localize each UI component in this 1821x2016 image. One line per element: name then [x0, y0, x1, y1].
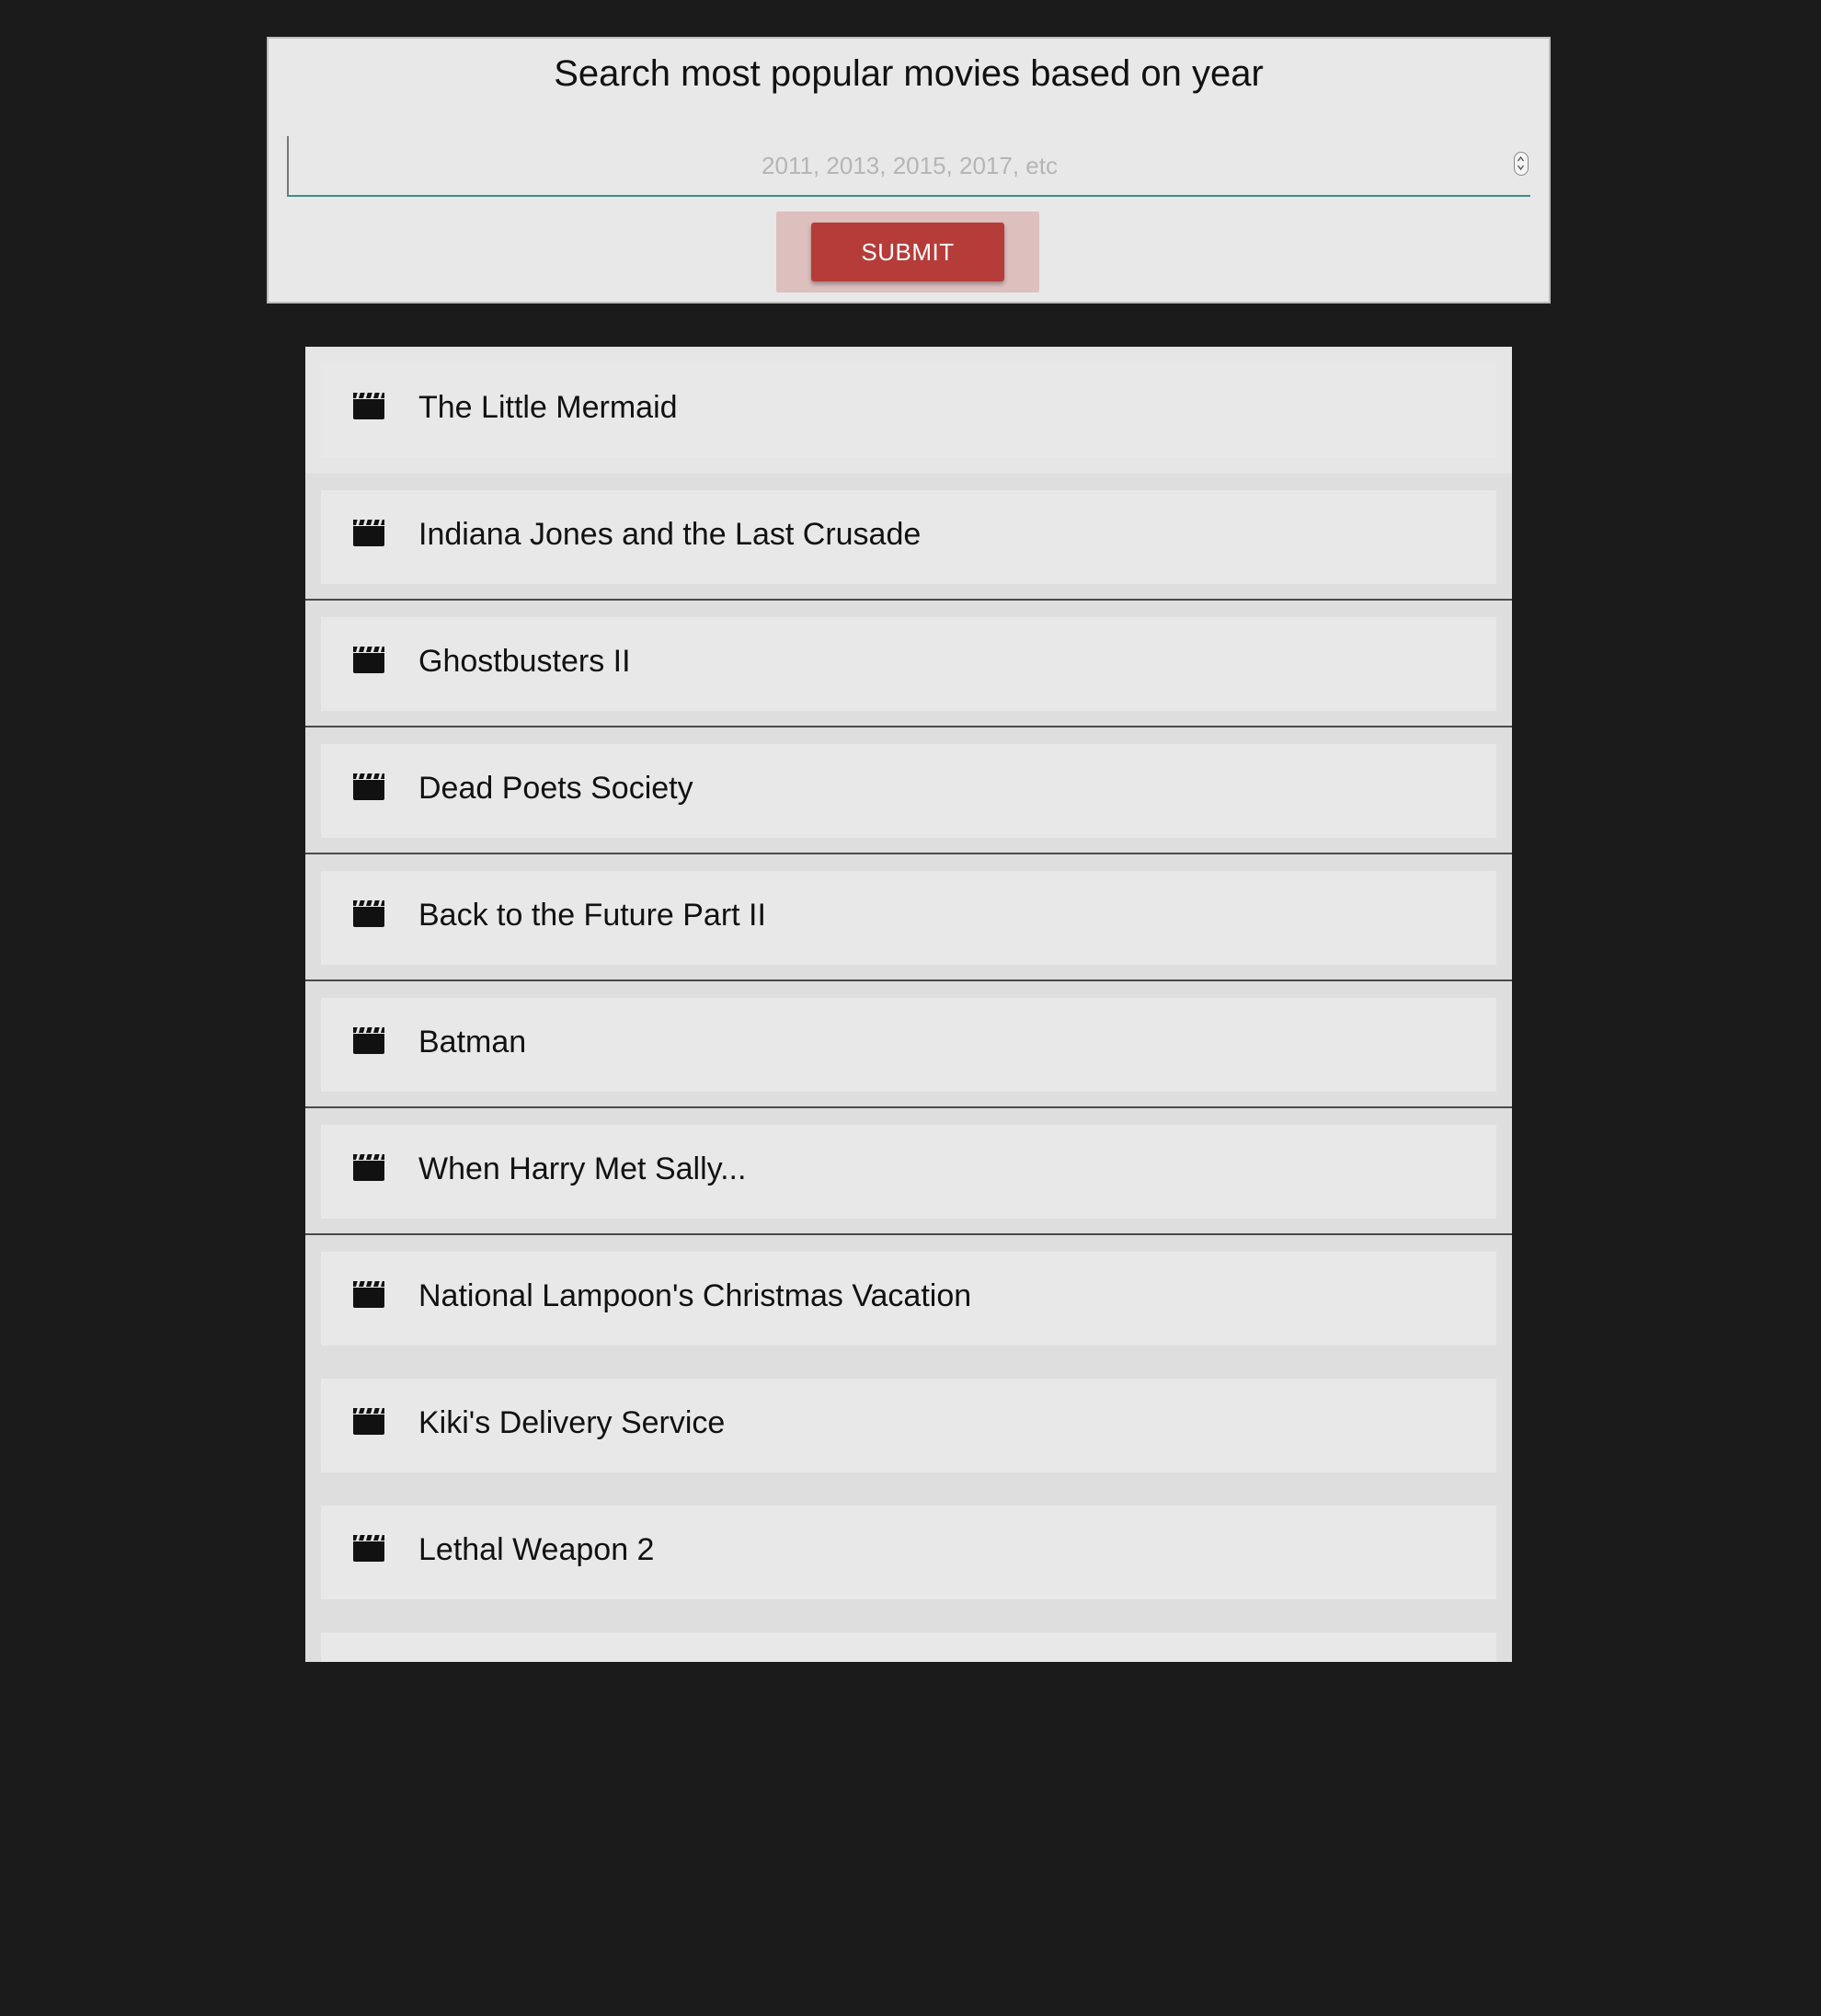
movie-list-item[interactable]: Indiana Jones and the Last Crusade [305, 474, 1512, 601]
movie-card[interactable]: Dead Poets Society [321, 744, 1496, 838]
movie-title: Indiana Jones and the Last Crusade [418, 517, 922, 552]
movie-list-item[interactable]: Batman [305, 981, 1512, 1108]
film-clapper-icon [353, 1534, 384, 1562]
movie-title: Kiki's Delivery Service [418, 1405, 726, 1440]
movie-title: Ghostbusters II [418, 644, 631, 679]
film-clapper-icon [353, 1153, 384, 1181]
movie-list: The Little Mermaid Indiana Jones and the … [305, 347, 1512, 1662]
movie-list-item[interactable]: Ghostbusters II [305, 601, 1512, 727]
movie-card[interactable]: When Harry Met Sally... [321, 1125, 1496, 1219]
number-stepper[interactable] [1514, 152, 1529, 176]
movie-title: National Lampoon's Christmas Vacation [418, 1278, 972, 1313]
movie-list-item[interactable]: The Little Mermaid [305, 347, 1512, 474]
movie-list-item[interactable]: When Harry Met Sally... [305, 1108, 1512, 1235]
movie-title: Back to the Future Part II [418, 898, 766, 933]
movie-card[interactable]: Ghostbusters II [321, 617, 1496, 711]
movie-card[interactable]: Batman [321, 998, 1496, 1092]
stepper-arrows-icon [1517, 155, 1525, 171]
film-clapper-icon [353, 392, 384, 419]
movie-card[interactable]: Kiki's Delivery Service [321, 1379, 1496, 1472]
movie-card[interactable]: The Little Mermaid [321, 363, 1496, 457]
movie-card[interactable]: Indiana Jones and the Last Crusade [321, 490, 1496, 584]
film-clapper-icon [353, 646, 384, 673]
movie-list-item[interactable]: Back to the Future Part II [305, 854, 1512, 981]
film-clapper-icon [353, 899, 384, 927]
movie-list-item-partial [305, 1616, 1512, 1662]
movie-title: The Little Mermaid [418, 390, 678, 425]
movie-title: Dead Poets Society [418, 771, 693, 806]
film-clapper-icon [353, 773, 384, 800]
search-title: Search most popular movies based on year [554, 53, 1264, 94]
movie-card[interactable]: National Lampoon's Christmas Vacation [321, 1252, 1496, 1346]
movie-card[interactable]: Back to the Future Part II [321, 871, 1496, 965]
movie-list-item[interactable]: Dead Poets Society [305, 727, 1512, 854]
film-clapper-icon [353, 519, 384, 546]
submit-focus-ring: SUBMIT [776, 212, 1039, 292]
year-input[interactable] [287, 136, 1530, 195]
submit-button[interactable]: SUBMIT [811, 223, 1004, 281]
search-panel: Search most popular movies based on year… [267, 37, 1551, 304]
movie-list-item[interactable]: Kiki's Delivery Service [305, 1362, 1512, 1489]
movie-list-item[interactable]: Lethal Weapon 2 [305, 1489, 1512, 1616]
movie-card-partial [321, 1632, 1496, 1662]
film-clapper-icon [353, 1407, 384, 1435]
movie-list-item[interactable]: National Lampoon's Christmas Vacation [305, 1235, 1512, 1362]
movie-title: Batman [418, 1025, 527, 1060]
movie-title: When Harry Met Sally... [418, 1151, 747, 1186]
film-clapper-icon [353, 1280, 384, 1308]
movie-card[interactable]: Lethal Weapon 2 [321, 1506, 1496, 1599]
year-field [287, 136, 1530, 197]
results-panel: The Little Mermaid Indiana Jones and the … [305, 347, 1512, 1662]
movie-title: Lethal Weapon 2 [418, 1532, 655, 1567]
film-clapper-icon [353, 1026, 384, 1054]
